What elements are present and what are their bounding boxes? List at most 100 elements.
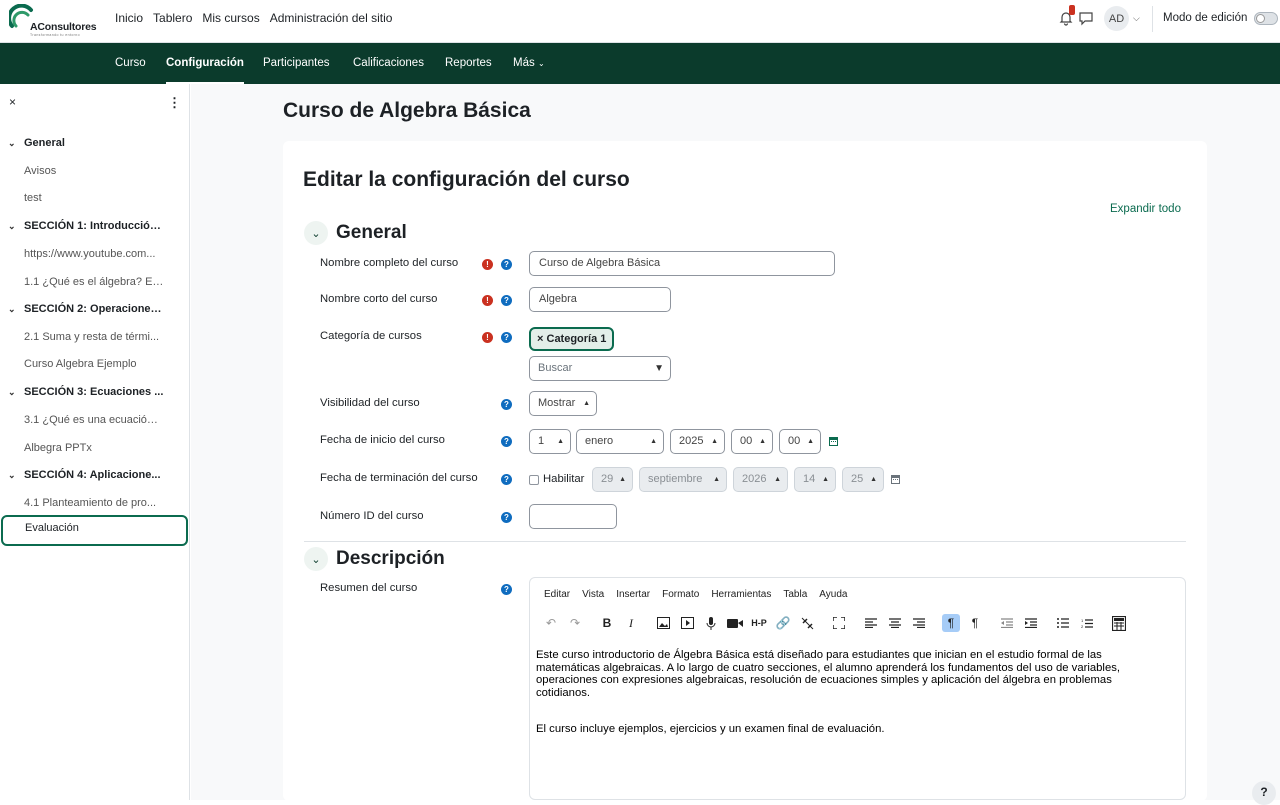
nav-my-courses[interactable]: Mis cursos: [202, 11, 259, 25]
chevron-down-icon[interactable]: ⌄: [8, 129, 16, 157]
microphone-icon[interactable]: [702, 614, 720, 632]
close-icon[interactable]: ×: [9, 95, 16, 109]
idnumber-field[interactable]: [529, 504, 617, 529]
h5p-icon[interactable]: H-P: [750, 614, 768, 632]
avatar[interactable]: AD: [1104, 6, 1129, 31]
unlink-icon[interactable]: [798, 614, 816, 632]
section-general-toggle[interactable]: ⌄ General: [304, 220, 407, 246]
chevron-down-icon[interactable]: ⌄: [8, 461, 16, 489]
italic-icon[interactable]: I: [622, 614, 640, 632]
menu-edit[interactable]: Editar: [544, 589, 570, 600]
tab-settings[interactable]: Configuración: [166, 43, 244, 84]
drawer-item[interactable]: https://www.youtube.com...: [0, 240, 190, 268]
nav-site-admin[interactable]: Administración del sitio: [270, 11, 393, 25]
startdate-month[interactable]: enero ▲: [576, 429, 664, 454]
tab-more[interactable]: Más ⌄: [513, 43, 545, 84]
dropdown-arrow-icon: ▼: [654, 363, 664, 374]
menu-insert[interactable]: Insertar: [616, 589, 650, 600]
fullname-field[interactable]: Curso de Algebra Básica: [529, 251, 835, 276]
enddate-enable-checkbox[interactable]: [529, 475, 539, 485]
media-icon[interactable]: [678, 614, 696, 632]
bullet-list-icon[interactable]: [1054, 614, 1072, 632]
nav-home[interactable]: Inicio: [115, 11, 143, 25]
drawer-item-selected[interactable]: Evaluación: [1, 515, 188, 546]
startdate-minute[interactable]: 00 ▲: [779, 429, 821, 454]
indent-icon[interactable]: [1022, 614, 1040, 632]
category-chip[interactable]: × Categoría 1: [529, 327, 615, 351]
chevron-down-icon[interactable]: ⌄: [8, 295, 16, 323]
menu-tools[interactable]: Herramientas: [711, 589, 771, 600]
video-camera-icon[interactable]: [726, 614, 744, 632]
align-center-icon[interactable]: [886, 614, 904, 632]
help-icon[interactable]: ?: [501, 474, 512, 485]
undo-icon[interactable]: ↶: [542, 614, 560, 632]
chevron-down-icon[interactable]: ⌵: [1133, 13, 1140, 24]
menu-help[interactable]: Ayuda: [819, 589, 847, 600]
category-search[interactable]: Buscar ▼: [529, 356, 671, 381]
more-options-icon[interactable]: ⋮: [168, 95, 181, 111]
rtl-direction-icon[interactable]: ¶: [966, 614, 984, 632]
drawer-item[interactable]: Albegra PPTx: [0, 434, 190, 462]
calculator-icon[interactable]: [1110, 614, 1128, 632]
drawer-item[interactable]: 3.1 ¿Qué es una ecuación?...: [0, 406, 190, 434]
drawer-item[interactable]: 1.1 ¿Qué es el álgebra? El á...: [0, 268, 190, 296]
remove-icon[interactable]: ×: [537, 333, 543, 345]
startdate-day[interactable]: 1 ▲: [529, 429, 571, 454]
enddate-year-value: 2026: [742, 473, 767, 485]
editor-content[interactable]: Este curso introductorio de Álgebra Bási…: [536, 649, 1166, 760]
startdate-hour[interactable]: 00 ▲: [731, 429, 773, 454]
visibility-select[interactable]: Mostrar ▲: [529, 391, 597, 416]
drawer-section-general[interactable]: ⌄ General: [0, 129, 190, 157]
expand-all-link[interactable]: Expandir todo: [1110, 203, 1181, 215]
enddate-enable-label[interactable]: Habilitar: [543, 473, 584, 485]
section-description-toggle[interactable]: ⌄ Descripción: [304, 546, 445, 572]
drawer-section-4[interactable]: ⌄ SECCIÓN 4: Aplicacione...: [0, 461, 190, 489]
help-icon[interactable]: ?: [501, 259, 512, 270]
drawer-section-2[interactable]: ⌄ SECCIÓN 2: Operaciones...: [0, 295, 190, 323]
align-right-icon[interactable]: [910, 614, 928, 632]
help-icon[interactable]: ?: [501, 584, 512, 595]
help-button[interactable]: ?: [1252, 781, 1276, 805]
image-icon[interactable]: [654, 614, 672, 632]
drawer-item[interactable]: 4.1 Planteamiento de pro...: [0, 489, 190, 517]
nav-dashboard[interactable]: Tablero: [153, 11, 192, 25]
tab-grades[interactable]: Calificaciones: [353, 43, 424, 84]
numbered-list-icon[interactable]: 12: [1078, 614, 1096, 632]
menu-view[interactable]: Vista: [582, 589, 604, 600]
tab-reports[interactable]: Reportes: [445, 43, 492, 84]
chevron-down-icon[interactable]: ⌄: [8, 378, 16, 406]
help-icon[interactable]: ?: [501, 295, 512, 306]
drawer-section-3[interactable]: ⌄ SECCIÓN 3: Ecuaciones ...: [0, 378, 190, 406]
startdate-minute-value: 00: [788, 435, 801, 447]
shortname-field[interactable]: Algebra: [529, 287, 671, 312]
messages-icon[interactable]: [1078, 10, 1094, 26]
drawer-item[interactable]: 2.1 Suma y resta de térmi...: [0, 323, 190, 351]
redo-icon[interactable]: ↷: [566, 614, 584, 632]
menu-format[interactable]: Formato: [662, 589, 699, 600]
drawer-section-1[interactable]: ⌄ SECCIÓN 1: Introducción...: [0, 212, 190, 240]
ltr-direction-icon[interactable]: ¶: [942, 614, 960, 632]
drawer-item[interactable]: test: [0, 184, 190, 212]
calendar-icon[interactable]: [829, 436, 838, 446]
edit-mode-toggle[interactable]: [1254, 12, 1278, 25]
chevron-down-icon[interactable]: ⌄: [8, 212, 16, 240]
help-icon[interactable]: ?: [501, 399, 512, 410]
startdate-year[interactable]: 2025 ▲: [670, 429, 725, 454]
tab-course[interactable]: Curso: [115, 43, 146, 84]
help-icon[interactable]: ?: [501, 512, 512, 523]
fullscreen-icon[interactable]: [830, 614, 848, 632]
help-icon[interactable]: ?: [501, 436, 512, 447]
menu-table[interactable]: Tabla: [783, 589, 807, 600]
rich-text-editor[interactable]: Editar Vista Insertar Formato Herramient…: [529, 577, 1186, 800]
drawer-item-label: SECCIÓN 1: Introducción...: [24, 220, 164, 232]
site-logo[interactable]: AConsultores Transformando tu entorno: [9, 4, 97, 38]
link-icon[interactable]: 🔗: [774, 614, 792, 632]
tab-participants[interactable]: Participantes: [263, 43, 329, 84]
help-icon[interactable]: ?: [501, 332, 512, 343]
align-left-icon[interactable]: [862, 614, 880, 632]
drawer-item[interactable]: Curso Algebra Ejemplo: [0, 350, 190, 378]
summary-paragraph: El curso incluye ejemplos, ejercicios y …: [536, 723, 885, 735]
bold-icon[interactable]: B: [598, 614, 616, 632]
drawer-item[interactable]: Avisos: [0, 157, 190, 185]
outdent-icon[interactable]: [998, 614, 1016, 632]
